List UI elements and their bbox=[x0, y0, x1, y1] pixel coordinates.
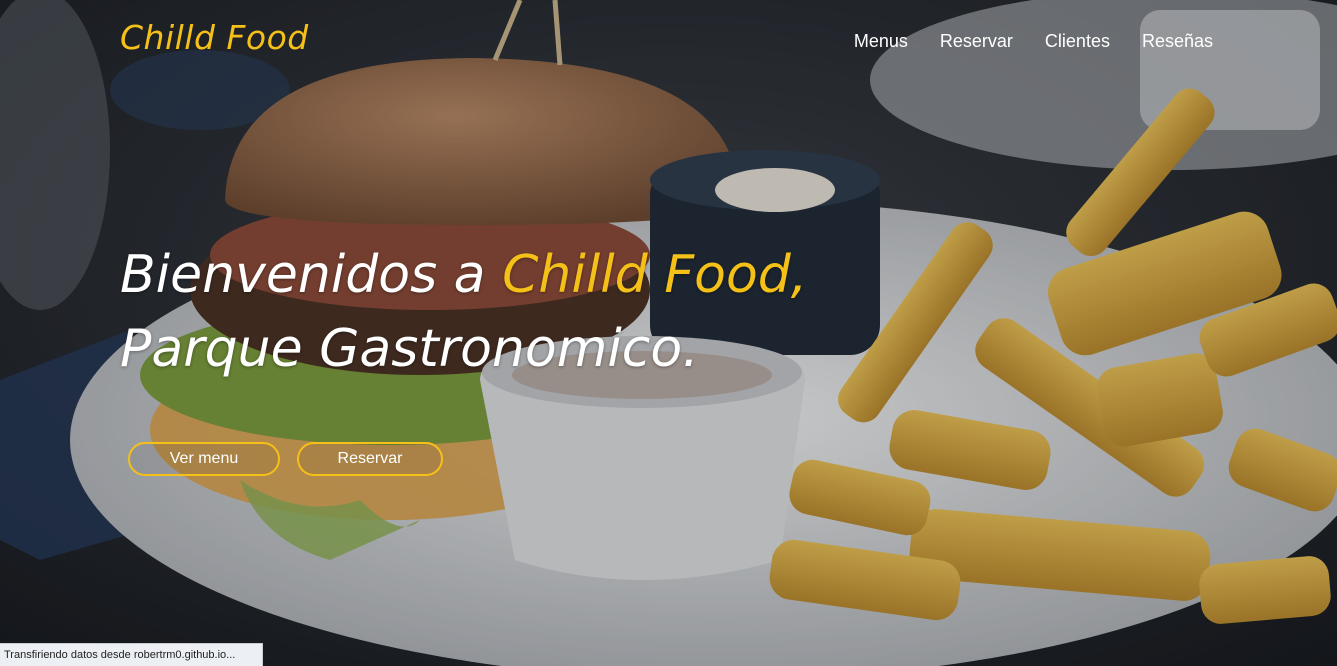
site-header: Chilld Food Menus Reservar Clientes Rese… bbox=[0, 0, 1337, 84]
nav-link-clientes[interactable]: Clientes bbox=[1045, 31, 1110, 52]
nav-link-menus[interactable]: Menus bbox=[854, 31, 908, 52]
headline-line2: Parque Gastronomico. bbox=[120, 319, 699, 379]
reservar-button[interactable]: Reservar bbox=[297, 442, 443, 476]
headline-prefix: Bienvenidos a bbox=[120, 245, 503, 305]
nav-link-resenas[interactable]: Reseñas bbox=[1142, 31, 1213, 52]
headline-brand: Chilld Food, bbox=[502, 245, 808, 305]
hero-headline: Bienvenidos a Chilld Food, Parque Gastro… bbox=[120, 238, 880, 386]
site-logo[interactable]: Chilld Food bbox=[120, 18, 309, 57]
ver-menu-button[interactable]: Ver menu bbox=[128, 442, 280, 476]
browser-status-bar: Transfiriendo datos desde robertrm0.gith… bbox=[0, 643, 263, 666]
main-nav: Menus Reservar Clientes Reseñas bbox=[854, 31, 1213, 52]
nav-link-reservar[interactable]: Reservar bbox=[940, 31, 1013, 52]
